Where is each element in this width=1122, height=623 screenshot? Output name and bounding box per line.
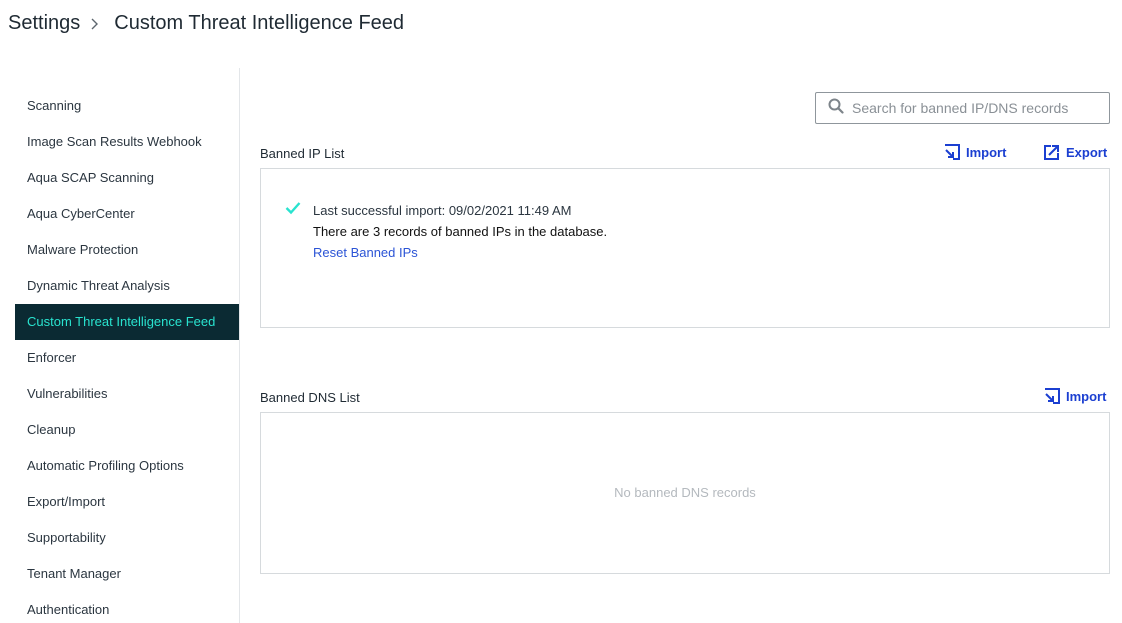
search-box[interactable]	[815, 92, 1110, 124]
sidebar-item-vulnerabilities[interactable]: Vulnerabilities	[15, 376, 239, 412]
sidebar-item-tenant-manager[interactable]: Tenant Manager	[15, 556, 239, 592]
search-icon	[828, 98, 844, 119]
checkmark-icon	[285, 201, 301, 220]
records-count-text: There are 3 records of banned IPs in the…	[313, 224, 608, 239]
sidebar-item-cleanup[interactable]: Cleanup	[15, 412, 239, 448]
export-icon	[1044, 145, 1059, 160]
search-input[interactable]	[852, 100, 1102, 116]
dns-import-button[interactable]: Import	[1044, 388, 1106, 404]
settings-sidebar: Scanning Image Scan Results Webhook Aqua…	[15, 88, 239, 623]
banned-ip-panel: Last successful import: 09/02/2021 11:49…	[260, 168, 1110, 328]
last-import-text: Last successful import: 09/02/2021 11:49…	[313, 203, 572, 218]
chevron-right-icon	[86, 14, 108, 34]
sidebar-item-export-import[interactable]: Export/Import	[15, 484, 239, 520]
sidebar-item-authentication[interactable]: Authentication	[15, 592, 239, 623]
empty-state-text: No banned DNS records	[614, 485, 756, 500]
breadcrumb-settings[interactable]: Settings	[8, 12, 80, 35]
import-icon	[1045, 388, 1060, 404]
ip-export-button[interactable]: Export	[1044, 144, 1107, 160]
sidebar-item-automatic-profiling-options[interactable]: Automatic Profiling Options	[15, 448, 239, 484]
sidebar-item-image-scan-results-webhook[interactable]: Image Scan Results Webhook	[15, 124, 239, 160]
ip-export-label: Export	[1066, 144, 1108, 160]
sidebar-item-dynamic-threat-analysis[interactable]: Dynamic Threat Analysis	[15, 268, 239, 304]
sidebar-item-aqua-cybercenter[interactable]: Aqua CyberCenter	[15, 196, 239, 232]
import-icon	[945, 144, 960, 160]
import-info: Last successful import: 09/02/2021 11:49…	[313, 200, 607, 263]
sidebar-item-scanning[interactable]: Scanning	[15, 88, 239, 124]
banned-dns-panel: No banned DNS records	[260, 412, 1110, 574]
banned-ip-list-title: Banned IP List	[260, 146, 345, 161]
page-title: Custom Threat Intelligence Feed	[114, 12, 405, 34]
banned-dns-list-title: Banned DNS List	[260, 390, 360, 405]
sidebar-item-enforcer[interactable]: Enforcer	[15, 340, 239, 376]
ip-import-label: Import	[966, 144, 1007, 160]
breadcrumb: Settings Custom Threat Intelligence Feed	[8, 12, 404, 35]
sidebar-divider	[239, 68, 240, 623]
sidebar-item-custom-threat-intelligence-feed[interactable]: Custom Threat Intelligence Feed	[15, 304, 239, 340]
sidebar-item-supportability[interactable]: Supportability	[15, 520, 239, 556]
sidebar-item-aqua-scap-scanning[interactable]: Aqua SCAP Scanning	[15, 160, 239, 196]
dns-import-label: Import	[1066, 388, 1107, 404]
ip-import-button[interactable]: Import	[944, 144, 1006, 160]
sidebar-item-malware-protection[interactable]: Malware Protection	[15, 232, 239, 268]
reset-banned-ips-link[interactable]: Reset Banned IPs	[313, 242, 607, 263]
